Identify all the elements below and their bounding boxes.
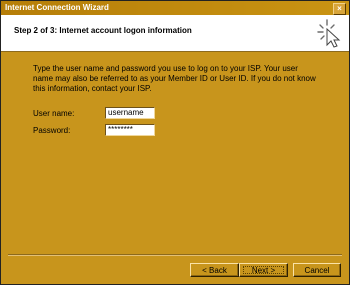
window-title: Internet Connection Wizard [5, 3, 109, 12]
title-bar[interactable]: Internet Connection Wizard × [1, 1, 349, 15]
username-label: User name: [33, 109, 75, 118]
wizard-content: Type the user name and password you use … [1, 52, 349, 248]
username-field[interactable]: username [105, 107, 155, 119]
password-label: Password: [33, 126, 71, 135]
step-title: Step 2 of 3: Internet account logon info… [14, 26, 192, 35]
close-button[interactable]: × [333, 3, 346, 15]
wizard-pointer-icon [317, 19, 341, 48]
password-field[interactable]: ******** [105, 124, 155, 136]
back-button[interactable]: < Back [190, 263, 239, 277]
cancel-button[interactable]: Cancel [293, 263, 341, 277]
instructions-text: Type the user name and password you use … [33, 64, 316, 93]
wizard-window: Internet Connection Wizard × Step 2 of 3… [0, 0, 350, 285]
focus-rectangle [243, 266, 284, 274]
wizard-header: Step 2 of 3: Internet account logon info… [1, 15, 349, 52]
next-button[interactable]: Next > [239, 263, 288, 277]
close-icon: × [337, 4, 342, 13]
footer-separator [8, 254, 342, 256]
